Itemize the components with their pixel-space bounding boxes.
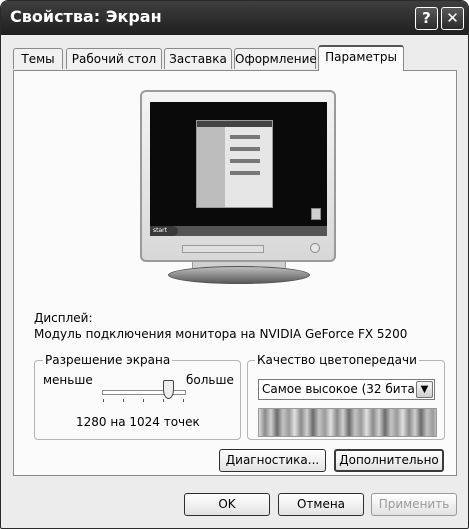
monitor-preview: start bbox=[140, 90, 340, 284]
advanced-button[interactable]: Дополнительно bbox=[334, 449, 444, 472]
slider-tick bbox=[143, 399, 144, 402]
dialog-body: Темы Рабочий стол Заставка Оформление Па… bbox=[5, 35, 464, 524]
slider-tick bbox=[183, 399, 184, 402]
tab-themes[interactable]: Темы bbox=[13, 48, 63, 69]
apply-button[interactable]: Применить bbox=[371, 493, 457, 516]
tab-appearance[interactable]: Оформление bbox=[234, 48, 317, 69]
resolution-more-label: больше bbox=[186, 373, 234, 387]
title-bar[interactable]: Свойства: Экран ? ✕ bbox=[1, 1, 468, 35]
ok-button[interactable]: OK bbox=[184, 493, 270, 516]
resolution-group-label: Разрешение экрана bbox=[43, 353, 173, 367]
monitor-screen: start bbox=[150, 102, 327, 236]
recycle-bin-icon bbox=[311, 208, 321, 220]
cancel-button[interactable]: Отмена bbox=[278, 493, 364, 516]
slider-tick bbox=[163, 399, 164, 402]
chevron-down-icon[interactable]: ▼ bbox=[416, 381, 433, 398]
color-quality-select[interactable]: Самое высокое (32 бита) ▼ bbox=[258, 379, 435, 400]
color-quality-group-label: Качество цветопередачи bbox=[255, 353, 419, 367]
preview-start-button: start bbox=[150, 226, 178, 236]
resolution-less-label: меньше bbox=[43, 373, 93, 387]
help-button[interactable]: ? bbox=[415, 7, 438, 30]
color-quality-group: Качество цветопередачи Самое высокое (32… bbox=[247, 353, 445, 440]
tab-settings[interactable]: Параметры bbox=[318, 45, 404, 71]
display-properties-window: Свойства: Экран ? ✕ Темы Рабочий стол За… bbox=[0, 0, 469, 529]
troubleshoot-button[interactable]: Диагностика... bbox=[219, 449, 326, 472]
settings-panel: start Дисплей: Модуль подключения монито… bbox=[13, 70, 457, 476]
resolution-value: 1280 на 1024 точек bbox=[76, 415, 200, 429]
display-device: Модуль подключения монитора на NVIDIA Ge… bbox=[34, 327, 408, 341]
monitor-stand-base bbox=[168, 266, 310, 284]
monitor-slot bbox=[182, 245, 264, 253]
display-heading: Дисплей: bbox=[34, 311, 93, 325]
color-quality-selected: Самое высокое (32 бита) bbox=[262, 382, 420, 396]
tab-desktop[interactable]: Рабочий стол bbox=[66, 48, 162, 69]
slider-tick bbox=[123, 399, 124, 402]
preview-window bbox=[196, 120, 273, 208]
preview-taskbar: start bbox=[150, 226, 327, 236]
monitor-power-led bbox=[310, 243, 320, 253]
slider-tick bbox=[103, 399, 104, 402]
monitor-frame: start bbox=[140, 90, 336, 262]
window-title: Свойства: Экран bbox=[10, 7, 162, 26]
tab-screensaver[interactable]: Заставка bbox=[164, 48, 232, 69]
color-sample-bar bbox=[258, 408, 437, 437]
resolution-group: Разрешение экрана меньше больше 1280 на … bbox=[34, 353, 241, 440]
close-button[interactable]: ✕ bbox=[441, 7, 464, 30]
resolution-slider-thumb[interactable] bbox=[162, 380, 174, 399]
